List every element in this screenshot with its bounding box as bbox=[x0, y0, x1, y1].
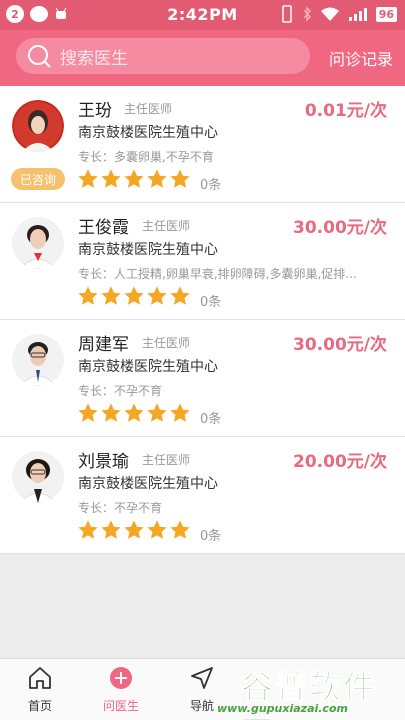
doctor-card[interactable]: 周建军 主任医师 30.00元/次 南京鼓楼医院生殖中心 专长：不孕不育 0条 bbox=[0, 320, 405, 437]
star-icon bbox=[78, 169, 98, 188]
search-input[interactable]: 搜索医生 bbox=[16, 38, 310, 74]
nav-home[interactable]: 首页 bbox=[0, 665, 80, 714]
specialty-text: 专长：不孕不育 bbox=[78, 384, 163, 398]
app-header: 搜索医生 问诊记录 bbox=[0, 30, 405, 86]
doctor-name: 王玢 bbox=[78, 101, 112, 121]
consult-price: 0.01元/次 bbox=[304, 101, 387, 121]
avatar bbox=[12, 100, 64, 152]
doctor-title: 主任医师 bbox=[124, 102, 173, 116]
watermark-url: www.gupuxiazai.com bbox=[217, 702, 348, 715]
rating-stars bbox=[77, 402, 191, 424]
consulted-badge: 已咨询 bbox=[11, 168, 65, 190]
star-icon bbox=[78, 286, 98, 305]
star-icon bbox=[124, 286, 144, 305]
star-icon bbox=[170, 169, 190, 188]
search-icon bbox=[28, 45, 51, 68]
doctor-card[interactable]: 刘景瑜 主任医师 20.00元/次 南京鼓楼医院生殖中心 专长：不孕不育 0条 bbox=[0, 437, 405, 554]
star-icon bbox=[124, 403, 144, 422]
avatar bbox=[12, 451, 64, 503]
specialty-text: 专长：多囊卵巢,不孕不育 bbox=[78, 150, 214, 164]
rating-stars bbox=[77, 168, 191, 190]
star-icon bbox=[147, 403, 167, 422]
doctor-title: 主任医师 bbox=[142, 336, 191, 350]
doctor-card[interactable]: 王俊霞 主任医师 30.00元/次 南京鼓楼医院生殖中心 专长：人工授精,卵巢早… bbox=[0, 203, 405, 320]
nav-ask-doctor-label: 问医生 bbox=[102, 699, 139, 713]
search-placeholder: 搜索医生 bbox=[60, 48, 128, 69]
battery-level: 96 bbox=[375, 6, 397, 22]
star-icon bbox=[78, 520, 98, 539]
hospital-name: 南京鼓楼医院生殖中心 bbox=[78, 125, 218, 141]
nav-ask-doctor[interactable]: 问医生 bbox=[81, 665, 161, 714]
doctor-name: 刘景瑜 bbox=[78, 452, 129, 472]
consultation-records-link[interactable]: 问诊记录 bbox=[329, 46, 393, 70]
star-icon bbox=[147, 286, 167, 305]
nav-home-label: 首页 bbox=[27, 699, 52, 713]
consult-price: 20.00元/次 bbox=[293, 452, 387, 472]
star-icon bbox=[101, 286, 121, 305]
review-count: 0条 bbox=[200, 529, 222, 544]
bluetooth-icon bbox=[303, 6, 311, 22]
doctor-list: 已咨询 王玢 主任医师 0.01元/次 南京鼓楼医院生殖中心 专长：多囊卵巢,不… bbox=[0, 86, 405, 554]
rating-stars bbox=[77, 285, 191, 307]
avatar bbox=[12, 217, 64, 269]
status-bar: 2 2:42PM 96 bbox=[0, 0, 405, 30]
consult-price: 30.00元/次 bbox=[293, 335, 387, 355]
doctor-title: 主任医师 bbox=[142, 453, 191, 467]
star-icon bbox=[101, 403, 121, 422]
star-icon bbox=[170, 520, 190, 539]
plus-circle-icon bbox=[110, 667, 132, 689]
star-icon bbox=[124, 520, 144, 539]
doctor-card[interactable]: 已咨询 王玢 主任医师 0.01元/次 南京鼓楼医院生殖中心 专长：多囊卵巢,不… bbox=[0, 86, 405, 203]
doctor-name: 周建军 bbox=[78, 335, 129, 355]
home-icon bbox=[29, 667, 51, 689]
star-icon bbox=[101, 520, 121, 539]
doctor-name: 王俊霞 bbox=[78, 218, 129, 238]
avatar bbox=[12, 334, 64, 386]
navigation-arrow-icon bbox=[191, 667, 213, 689]
star-icon bbox=[147, 520, 167, 539]
review-count: 0条 bbox=[200, 295, 222, 310]
doctor-title: 主任医师 bbox=[142, 219, 191, 233]
star-icon bbox=[147, 169, 167, 188]
star-icon bbox=[78, 403, 98, 422]
review-count: 0条 bbox=[200, 412, 222, 427]
hospital-name: 南京鼓楼医院生殖中心 bbox=[78, 242, 218, 258]
vibrate-icon bbox=[281, 5, 292, 23]
rating-stars bbox=[77, 519, 191, 541]
hospital-name: 南京鼓楼医院生殖中心 bbox=[78, 476, 218, 492]
signal-icon bbox=[348, 8, 367, 21]
review-count: 0条 bbox=[200, 178, 222, 193]
star-icon bbox=[124, 169, 144, 188]
wifi-icon bbox=[320, 7, 339, 21]
star-icon bbox=[170, 286, 190, 305]
watermark: 谷普软件园 www.gupuxiazai.com bbox=[215, 660, 405, 720]
star-icon bbox=[170, 403, 190, 422]
consult-price: 30.00元/次 bbox=[293, 218, 387, 238]
star-icon bbox=[101, 169, 121, 188]
specialty-text: 专长：不孕不育 bbox=[78, 501, 163, 515]
specialty-text: 专长：人工授精,卵巢早衰,排卵障碍,多囊卵巢,促排... bbox=[78, 267, 357, 281]
hospital-name: 南京鼓楼医院生殖中心 bbox=[78, 359, 218, 375]
